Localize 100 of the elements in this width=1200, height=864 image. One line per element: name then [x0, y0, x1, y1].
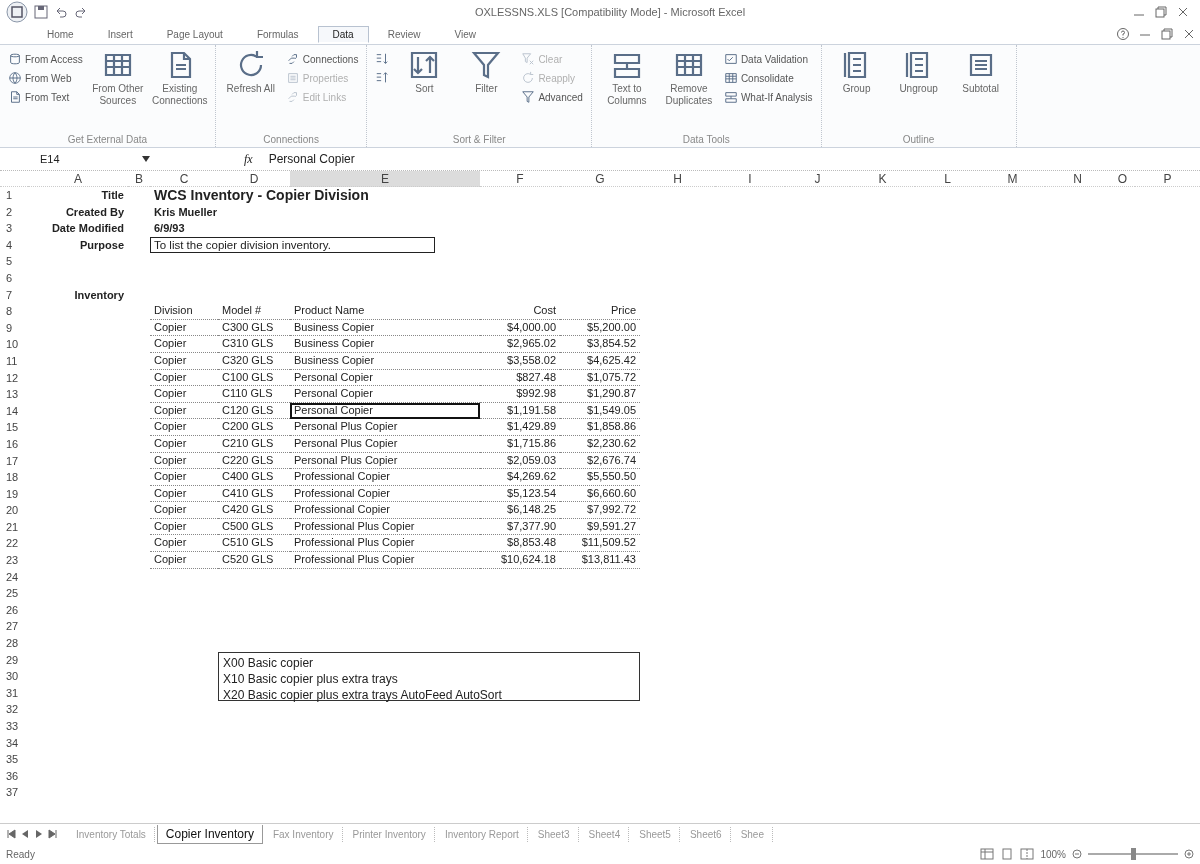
row-header[interactable]: 14 [0, 402, 28, 420]
column-header[interactable]: C [150, 171, 218, 187]
column-header[interactable]: H [640, 171, 715, 187]
column-header[interactable]: M [980, 171, 1045, 187]
row-header[interactable]: 26 [0, 601, 28, 619]
column-header[interactable]: O [1110, 171, 1135, 187]
row-header[interactable]: 6 [0, 269, 28, 287]
column-header[interactable]: P [1135, 171, 1200, 187]
column-header[interactable]: E [290, 171, 480, 187]
row-header[interactable]: 5 [0, 253, 28, 270]
ribbon-button[interactable]: From Web [6, 70, 85, 86]
page-break-icon[interactable] [1020, 848, 1035, 860]
ribbon-tab[interactable]: Home [32, 25, 89, 43]
redo-icon[interactable] [74, 5, 88, 19]
ribbon-tab[interactable]: View [439, 25, 491, 43]
row-header[interactable]: 34 [0, 734, 28, 752]
ribbon-button[interactable]: What-If Analysis [721, 89, 815, 105]
row-header[interactable]: 16 [0, 435, 28, 453]
row-header[interactable]: 37 [0, 784, 28, 801]
row-header[interactable]: 21 [0, 518, 28, 536]
row-header[interactable]: 31 [0, 684, 28, 702]
ribbon-button[interactable]: Sort [395, 47, 454, 97]
row-header[interactable]: 27 [0, 618, 28, 636]
ribbon-button[interactable]: Advanced [519, 89, 585, 105]
column-header[interactable]: K [850, 171, 915, 187]
column-header[interactable]: F [480, 171, 560, 187]
row-header[interactable]: 12 [0, 369, 28, 387]
row-header[interactable]: 4 [0, 236, 28, 254]
row-header[interactable]: 23 [0, 552, 28, 569]
ribbon-button[interactable]: Consolidate [721, 70, 815, 86]
ribbon-button[interactable]: From Access [6, 51, 85, 67]
column-header[interactable]: G [560, 171, 640, 187]
row-header[interactable]: 29 [0, 651, 28, 669]
column-header[interactable]: A [28, 171, 128, 187]
next-sheet-icon[interactable] [34, 829, 44, 839]
row-header[interactable]: 25 [0, 585, 28, 602]
last-sheet-icon[interactable] [48, 829, 58, 839]
ribbon-button[interactable]: Existing Connections [150, 47, 209, 109]
row-header[interactable]: 20 [0, 502, 28, 519]
row-header[interactable]: 10 [0, 336, 28, 353]
row-header[interactable]: 2 [0, 203, 28, 221]
column-header[interactable]: B [128, 171, 150, 187]
row-header[interactable]: 13 [0, 386, 28, 403]
row-header[interactable]: 19 [0, 485, 28, 503]
row-header[interactable]: 7 [0, 286, 28, 304]
close-icon[interactable] [1182, 27, 1196, 41]
first-sheet-icon[interactable] [6, 829, 16, 839]
dropdown-arrow-icon[interactable] [142, 156, 150, 162]
normal-view-icon[interactable] [980, 848, 995, 860]
ribbon-button[interactable]: Data Validation [721, 51, 815, 67]
row-header[interactable]: 3 [0, 220, 28, 237]
zoom-out-icon[interactable] [1072, 849, 1082, 859]
ribbon-tab[interactable]: Data [317, 25, 369, 43]
row-header[interactable]: 8 [0, 303, 28, 320]
ribbon-tab[interactable]: Page Layout [151, 25, 238, 43]
ribbon-button[interactable]: Subtotal [951, 47, 1010, 97]
row-header[interactable]: 36 [0, 767, 28, 785]
insert-function-button[interactable]: fx [244, 151, 253, 167]
ribbon-button[interactable]: Connections [283, 51, 361, 67]
zoom-slider-thumb[interactable] [1131, 848, 1136, 860]
ribbon-tab[interactable]: Review [372, 25, 436, 43]
close-icon[interactable] [1176, 5, 1190, 19]
row-header[interactable]: 32 [0, 701, 28, 718]
office-button-icon[interactable] [6, 1, 28, 23]
row-header[interactable]: 18 [0, 469, 28, 486]
column-header[interactable]: N [1045, 171, 1110, 187]
row-header[interactable]: 1 [0, 187, 28, 204]
ribbon-tab[interactable]: Insert [92, 25, 148, 43]
name-box[interactable]: E14 [0, 153, 156, 165]
undo-icon[interactable] [54, 5, 68, 19]
ribbon-button[interactable]: Ungroup [889, 47, 948, 97]
row-header[interactable]: 9 [0, 319, 28, 337]
sheet-tab[interactable]: Copier Inventory [156, 824, 263, 844]
ribbon-tab[interactable]: Formulas [241, 25, 314, 43]
ribbon-button[interactable]: From Other Sources [88, 47, 147, 109]
row-header[interactable]: 22 [0, 535, 28, 553]
ribbon-button[interactable]: Filter [457, 47, 516, 97]
help-icon[interactable] [1116, 27, 1130, 41]
row-header[interactable]: 28 [0, 635, 28, 652]
row-header[interactable]: 11 [0, 352, 28, 370]
row-header[interactable]: 30 [0, 668, 28, 685]
row-header[interactable]: 35 [0, 751, 28, 768]
restore-icon[interactable] [1154, 5, 1168, 19]
column-header[interactable]: J [785, 171, 850, 187]
ribbon-button[interactable]: From Text [6, 89, 85, 105]
save-icon[interactable] [34, 5, 48, 19]
ribbon-button[interactable]: Remove Duplicates [659, 47, 718, 109]
restore-icon[interactable] [1160, 27, 1174, 41]
formula-field[interactable]: Personal Copier [260, 152, 1200, 166]
ribbon-button[interactable]: Refresh All [221, 47, 280, 97]
previous-sheet-icon[interactable] [20, 829, 30, 839]
column-header[interactable]: I [715, 171, 785, 187]
row-header[interactable]: 17 [0, 452, 28, 470]
row-header[interactable]: 15 [0, 419, 28, 436]
zoom-level[interactable]: 100% [1040, 848, 1066, 860]
row-header[interactable]: 33 [0, 718, 28, 735]
column-header[interactable]: L [915, 171, 980, 187]
ribbon-button[interactable]: Text to Columns [597, 47, 656, 109]
row-header[interactable]: 24 [0, 568, 28, 586]
zoom-in-icon[interactable] [1184, 849, 1194, 859]
